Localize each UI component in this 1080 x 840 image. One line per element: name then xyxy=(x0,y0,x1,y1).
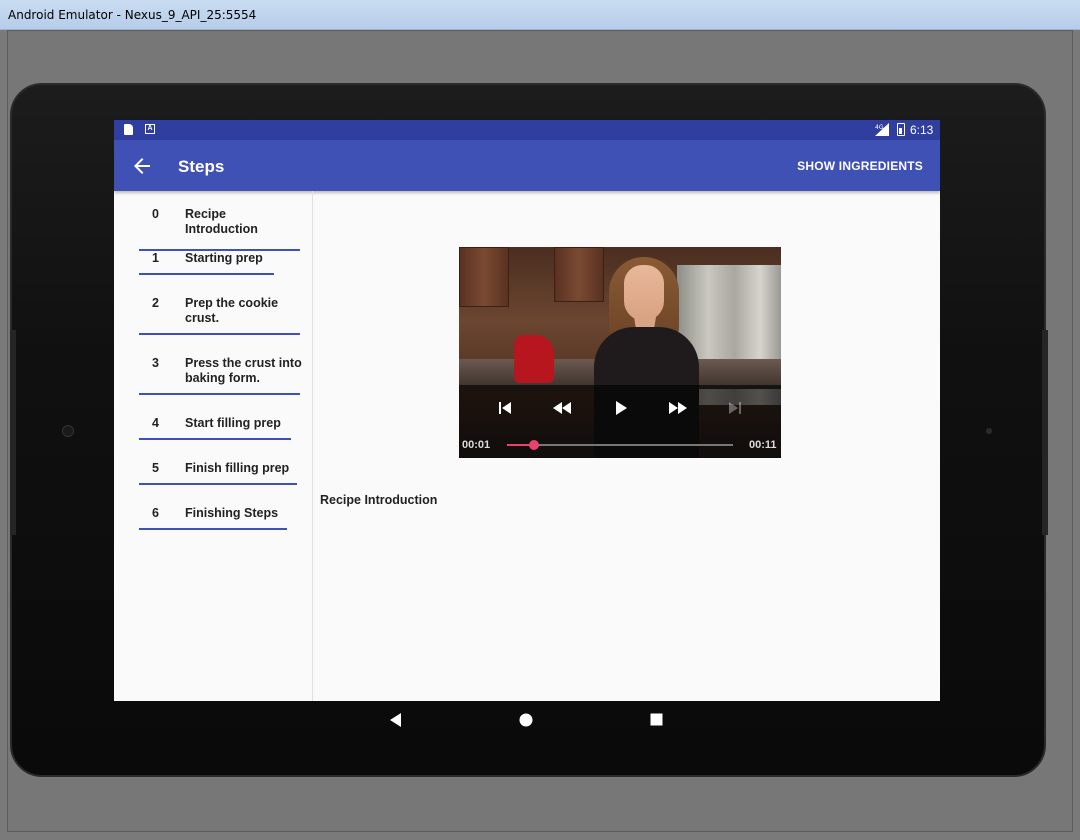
step-number: 1 xyxy=(152,251,159,265)
step-item[interactable]: 3 Press the crust into baking form. xyxy=(139,356,314,416)
step-number: 0 xyxy=(152,207,159,221)
step-divider xyxy=(139,483,297,485)
step-divider xyxy=(139,528,287,530)
step-label: Starting prep xyxy=(185,251,263,265)
step-number: 2 xyxy=(152,296,159,310)
nav-back-icon[interactable] xyxy=(389,712,403,728)
steps-list: 0 Recipe Introduction 1 Starting prep 2 … xyxy=(114,191,313,701)
network-type-label: 4G xyxy=(875,124,884,131)
current-time: 00:01 xyxy=(462,439,491,451)
rewind-icon[interactable] xyxy=(551,399,573,417)
seek-bar-thumb[interactable] xyxy=(529,440,540,450)
step-number: 4 xyxy=(152,416,159,430)
step-item[interactable]: 6 Finishing Steps xyxy=(139,506,314,551)
step-description: Recipe Introduction xyxy=(320,493,438,507)
step-number: 6 xyxy=(152,506,159,520)
nav-home-icon[interactable] xyxy=(519,713,533,727)
skip-next-icon[interactable] xyxy=(725,399,745,417)
step-item[interactable]: 0 Recipe Introduction xyxy=(139,191,314,251)
page-title: Steps xyxy=(178,157,225,176)
step-label: Start filling prep xyxy=(185,416,281,430)
seek-bar[interactable] xyxy=(507,440,733,450)
step-number: 3 xyxy=(152,356,159,370)
step-item[interactable]: 1 Starting prep xyxy=(139,251,314,296)
window-title: Android Emulator - Nexus_9_API_25:5554 xyxy=(8,8,257,22)
fast-forward-icon[interactable] xyxy=(667,399,689,417)
light-sensor-icon xyxy=(986,428,992,434)
step-item[interactable]: 5 Finish filling prep xyxy=(139,461,314,506)
side-edge-left xyxy=(10,330,16,535)
video-player[interactable]: 00:01 00:11 xyxy=(459,247,781,458)
signal-icon: 4G xyxy=(875,123,889,136)
app-bar: Steps SHOW INGREDIENTS xyxy=(114,140,940,191)
step-divider xyxy=(139,273,274,275)
step-divider xyxy=(139,438,291,440)
arrow-back-icon[interactable] xyxy=(130,154,154,178)
side-edge-right xyxy=(1042,330,1048,535)
kitchen-cabinet xyxy=(459,247,509,307)
nav-recents-icon[interactable] xyxy=(650,713,663,726)
presenter-face xyxy=(624,265,664,321)
stand-mixer xyxy=(514,335,554,383)
step-label: Finishing Steps xyxy=(185,506,279,520)
window-titlebar: Android Emulator - Nexus_9_API_25:5554 xyxy=(0,0,1080,30)
step-item[interactable]: 4 Start filling prep xyxy=(139,416,314,461)
status-bar: A 4G 6:13 xyxy=(114,120,940,140)
skip-previous-icon[interactable] xyxy=(495,399,515,417)
device-screen: A 4G 6:13 Steps SHOW INGREDIENTS 0 Recip… xyxy=(114,120,940,701)
battery-icon xyxy=(897,123,905,136)
step-divider xyxy=(139,393,300,395)
show-ingredients-button[interactable]: SHOW INGREDIENTS xyxy=(797,159,923,173)
kitchen-cabinet xyxy=(554,247,604,302)
step-item[interactable]: 2 Prep the cookie crust. xyxy=(139,296,314,356)
android-notification-icon: A xyxy=(145,124,155,134)
duration: 00:11 xyxy=(749,439,777,451)
step-number: 5 xyxy=(152,461,159,475)
step-label: Recipe Introduction xyxy=(185,207,258,236)
front-camera-icon xyxy=(62,425,74,437)
step-label: Press the crust into baking form. xyxy=(185,356,302,385)
player-controls: 00:01 00:11 xyxy=(459,385,781,458)
play-icon[interactable] xyxy=(611,399,631,417)
step-divider xyxy=(139,333,300,335)
step-label: Finish filling prep xyxy=(185,461,290,475)
sd-card-icon xyxy=(124,124,133,135)
step-label: Prep the cookie crust. xyxy=(185,296,279,325)
clock: 6:13 xyxy=(910,123,934,137)
